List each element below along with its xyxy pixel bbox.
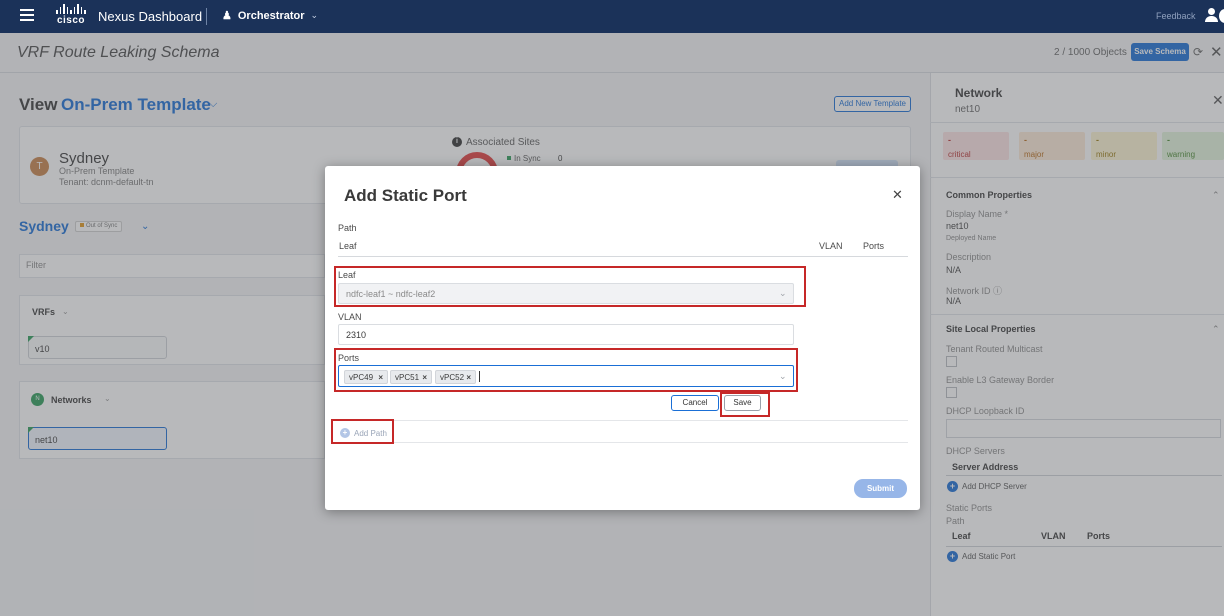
chevron-down-icon: ⌄ [310, 10, 319, 20]
table-header-divider [338, 256, 908, 257]
user-icon[interactable] [1204, 8, 1218, 24]
help-icon[interactable] [1219, 9, 1224, 23]
logo-text: cisco [56, 15, 86, 26]
highlight-box-add-path [331, 419, 394, 444]
cancel-button[interactable]: Cancel [671, 395, 719, 411]
add-static-port-dialog: Add Static Port ✕ Path Leaf VLAN Ports L… [325, 166, 920, 510]
column-ports: Ports [863, 241, 885, 251]
section-divider [331, 420, 908, 421]
topbar-divider [206, 8, 207, 25]
service-label: Orchestrator [237, 9, 305, 22]
column-vlan: VLAN [819, 241, 843, 251]
section-divider [331, 442, 908, 443]
vlan-input-value: 2310 [346, 330, 367, 340]
highlight-box-ports [334, 348, 798, 392]
close-icon[interactable]: ✕ [892, 187, 903, 203]
submit-button[interactable]: Submit [854, 479, 907, 498]
cisco-logo: cisco [55, 4, 87, 28]
orchestrator-icon: ♟ [222, 10, 232, 22]
highlight-box-save [720, 392, 770, 417]
vlan-input[interactable]: 2310 [338, 324, 794, 345]
highlight-box-leaf [334, 266, 806, 307]
path-label: Path [338, 223, 357, 233]
service-switcher[interactable]: ♟ Orchestrator ⌄ [222, 9, 319, 23]
dialog-title: Add Static Port [344, 186, 467, 205]
feedback-link[interactable]: Feedback [1156, 11, 1196, 21]
vlan-label: VLAN [338, 312, 362, 322]
menu-icon[interactable] [20, 9, 34, 21]
column-leaf: Leaf [339, 241, 357, 251]
app-title[interactable]: Nexus Dashboard [98, 9, 202, 24]
top-bar: cisco Nexus Dashboard ♟ Orchestrator ⌄ F… [0, 0, 1224, 33]
